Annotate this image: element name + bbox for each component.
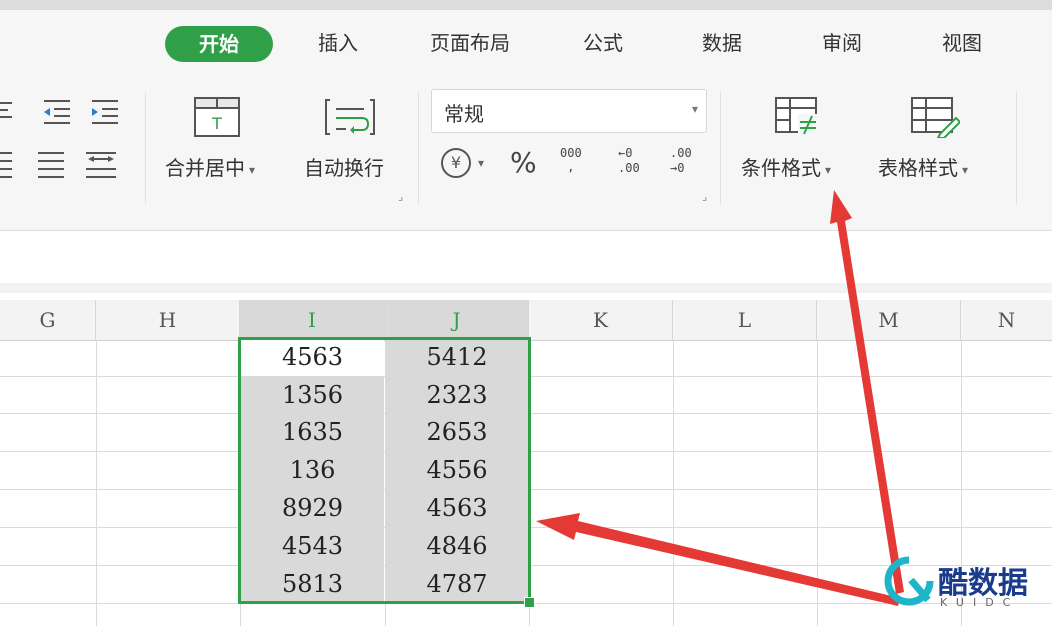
- cell-i[interactable]: 1356: [241, 377, 384, 414]
- cell-i[interactable]: 8929: [241, 490, 384, 527]
- text-spacing-icon[interactable]: [84, 148, 120, 178]
- align-justify-icon[interactable]: [0, 148, 16, 178]
- merge-center-icon[interactable]: T: [193, 96, 241, 138]
- increase-decimal-bottom: .00: [618, 161, 640, 175]
- increase-indent-icon[interactable]: [90, 96, 122, 126]
- cell-j[interactable]: 2323: [386, 377, 528, 414]
- merge-center-button[interactable]: 合并居中 ▾: [165, 152, 255, 181]
- number-format-value: 常规: [444, 102, 484, 126]
- cell-i[interactable]: 136: [241, 452, 384, 489]
- chevron-down-icon: ▾: [691, 102, 698, 116]
- column-header-m[interactable]: M: [817, 300, 961, 340]
- tab-view[interactable]: 视图: [934, 25, 990, 61]
- formula-bar-area: [0, 231, 1052, 283]
- cell-i[interactable]: 5813: [241, 566, 384, 603]
- tab-formulas[interactable]: 公式: [575, 25, 631, 61]
- table-style-caret-icon[interactable]: ▾: [962, 163, 968, 177]
- merge-center-caret-icon[interactable]: ▾: [249, 163, 255, 177]
- table-style-label: 表格样式: [878, 156, 958, 180]
- sheet-top-border: [0, 283, 1052, 293]
- decrease-decimal-bottom: →0: [670, 161, 685, 175]
- tab-data[interactable]: 数据: [694, 25, 750, 61]
- column-gridline: [529, 340, 530, 626]
- cell-i[interactable]: 4543: [241, 528, 384, 565]
- thousands-label: 000: [560, 146, 582, 160]
- cell-i[interactable]: 4563: [241, 339, 384, 376]
- column-header-j[interactable]: J: [385, 300, 529, 340]
- increase-decimal-top: ←0: [618, 146, 633, 160]
- comma-icon: ,: [567, 160, 575, 174]
- table-style-icon[interactable]: [910, 96, 960, 138]
- tab-insert[interactable]: 插入: [308, 25, 368, 61]
- column-header-i[interactable]: I: [240, 300, 385, 340]
- conditional-format-button[interactable]: 条件格式 ▾: [741, 152, 831, 181]
- decrease-decimal-button[interactable]: .00 →0: [670, 146, 692, 176]
- cell-j[interactable]: 2653: [386, 414, 528, 451]
- percent-button[interactable]: %: [510, 146, 537, 179]
- wrap-text-button[interactable]: 自动换行: [304, 152, 384, 181]
- column-gridline: [817, 340, 818, 626]
- ribbon-separator: [145, 92, 146, 204]
- column-header-n[interactable]: N: [961, 300, 1052, 340]
- thousands-separator-button[interactable]: 000 ,: [560, 146, 582, 174]
- conditional-format-icon[interactable]: [774, 96, 822, 138]
- align-left-icon[interactable]: [0, 96, 16, 126]
- conditional-format-label: 条件格式: [741, 156, 821, 180]
- column-header-h[interactable]: H: [96, 300, 240, 340]
- watermark-logo-icon: [884, 556, 934, 606]
- distributed-align-icon[interactable]: [36, 148, 68, 178]
- number-dialog-launcher-icon[interactable]: ⌟: [702, 190, 707, 203]
- tab-review[interactable]: 审阅: [814, 25, 870, 61]
- column-header-k[interactable]: K: [529, 300, 673, 340]
- cell-j[interactable]: 4556: [386, 452, 528, 489]
- ribbon-separator: [1016, 92, 1017, 204]
- ribbon-separator: [418, 92, 419, 204]
- tab-home[interactable]: 开始: [165, 26, 273, 62]
- conditional-format-caret-icon[interactable]: ▾: [825, 163, 831, 177]
- decrease-indent-icon[interactable]: [40, 96, 72, 126]
- cell-j[interactable]: 5412: [386, 339, 528, 376]
- currency-caret-icon[interactable]: ▾: [478, 156, 484, 170]
- currency-symbol: ¥: [450, 153, 462, 172]
- table-style-button[interactable]: 表格样式 ▾: [878, 152, 968, 181]
- wrap-text-icon[interactable]: [324, 96, 376, 138]
- increase-decimal-button[interactable]: ←0 .00: [618, 146, 640, 176]
- ribbon-separator: [720, 92, 721, 204]
- fill-handle[interactable]: [524, 597, 535, 608]
- cell-j[interactable]: 4563: [386, 490, 528, 527]
- decrease-decimal-top: .00: [670, 146, 692, 160]
- cell-j[interactable]: 4787: [386, 566, 528, 603]
- watermark-subtitle: KUIDC: [940, 596, 1020, 609]
- column-header-g[interactable]: G: [0, 300, 96, 340]
- currency-icon[interactable]: ¥: [441, 148, 471, 178]
- column-gridline: [673, 340, 674, 626]
- column-header-l[interactable]: L: [673, 300, 817, 340]
- window-top-strip: [0, 0, 1052, 10]
- merge-center-label: 合并居中: [165, 156, 245, 180]
- number-format-select[interactable]: 常规 ▾: [431, 89, 707, 133]
- alignment-dialog-launcher-icon[interactable]: ⌟: [398, 190, 403, 203]
- tab-page-layout[interactable]: 页面布局: [420, 25, 520, 61]
- column-gridline: [96, 340, 97, 626]
- svg-text:T: T: [211, 114, 222, 133]
- cell-i[interactable]: 1635: [241, 414, 384, 451]
- cell-j[interactable]: 4846: [386, 528, 528, 565]
